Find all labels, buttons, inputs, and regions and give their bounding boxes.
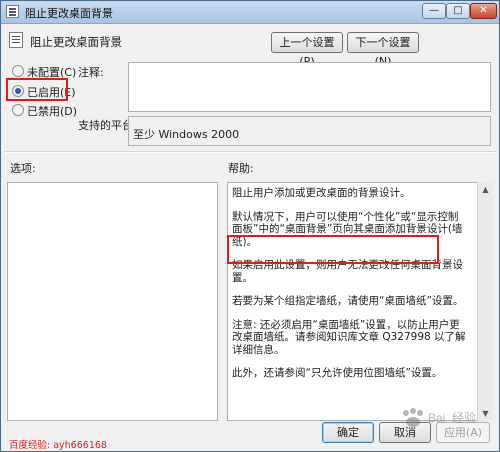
minimize-button[interactable]: — (422, 3, 446, 19)
svg-text:经验: 经验 (452, 410, 476, 425)
help-paragraph: 注意: 还必须启用“桌面墙纸”设置，以防止用户更改桌面墙纸。请参阅知识库文章 Q… (232, 318, 466, 356)
comment-field[interactable] (128, 62, 491, 112)
help-scrollbar[interactable]: ▲ ▼ (477, 182, 493, 421)
radio-disabled[interactable] (12, 104, 24, 116)
window-title: 阻止更改桌面背景 (25, 7, 113, 20)
scroll-up-arrow-icon[interactable]: ▲ (480, 184, 491, 195)
options-label: 选项: (10, 162, 36, 175)
radio-not-configured[interactable] (12, 65, 24, 77)
options-panel (7, 182, 218, 421)
next-setting-button[interactable]: 下一个设置(N) (347, 32, 419, 68)
help-paragraph: 若要为某个组指定墙纸，请使用“桌面墙纸”设置。 (232, 295, 464, 307)
baidu-jingyan-logo: Bai 经验 (403, 408, 476, 427)
maximize-button[interactable]: □ (446, 3, 470, 19)
title-bar[interactable]: 阻止更改桌面背景 — □ ✕ (1, 1, 499, 24)
setting-icon (9, 32, 23, 48)
previous-setting-button[interactable]: 上一个设置(P) (271, 32, 343, 68)
dialog-window: 阻止更改桌面背景 — □ ✕ 阻止更改桌面背景 上一个设置(P) 下一个设置(N… (0, 0, 500, 452)
comment-label: 注释: (78, 66, 104, 79)
help-label: 帮助: (228, 162, 254, 175)
close-button[interactable]: ✕ (470, 3, 497, 19)
divider (5, 151, 497, 153)
platform-value: 至少 Windows 2000 (133, 128, 240, 141)
help-paragraph: 此外，还请参阅“只允许使用位图墙纸”设置。 (232, 367, 443, 379)
watermark-text: 百度经验: ayh666168 (9, 440, 107, 451)
ok-button[interactable]: 确定 (322, 422, 374, 443)
help-paragraph: 阻止用户添加或更改桌面的背景设计。 (232, 187, 411, 199)
svg-text:Bai: Bai (428, 411, 445, 425)
setting-title: 阻止更改桌面背景 (30, 35, 122, 49)
radio-disabled-label[interactable]: 已禁用(D) (27, 103, 77, 119)
help-text: 阻止用户添加或更改桌面的背景设计。 默认情况下，用户可以使用“个性化”或“显示控… (232, 187, 468, 391)
highlight-box-help (227, 235, 439, 264)
highlight-box-enabled (6, 78, 68, 101)
policy-icon (6, 5, 19, 18)
